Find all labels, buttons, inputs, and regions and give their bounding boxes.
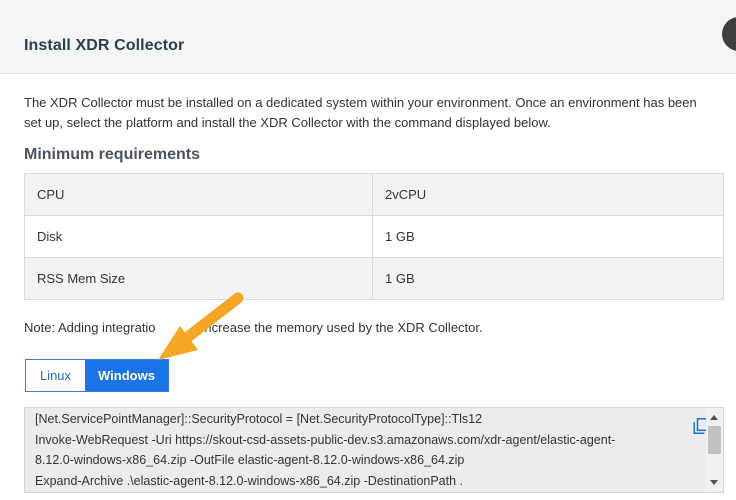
table-row: RSS Mem Size 1 GB (24, 257, 724, 300)
command-line: Expand-Archive .\elastic-agent-8.12.0-wi… (35, 473, 464, 488)
scroll-down-icon[interactable] (710, 480, 718, 485)
code-scrollbar[interactable] (706, 408, 723, 492)
requirement-value: 1 GB (372, 215, 724, 258)
scroll-up-icon[interactable] (710, 415, 718, 420)
command-line: 8.12.0-windows-x86_64.zip -OutFile elast… (35, 453, 465, 467)
dialog-title: Install XDR Collector (24, 37, 185, 54)
requirement-label: RSS Mem Size (24, 257, 373, 300)
requirements-table: CPU 2vCPU Disk 1 GB RSS Mem Size 1 GB (24, 173, 724, 300)
platform-option-windows[interactable]: Windows (85, 360, 168, 391)
requirement-value: 2vCPU (372, 173, 724, 216)
dialog-header: Install XDR Collector (0, 0, 736, 74)
requirement-value: 1 GB (372, 257, 724, 300)
install-xdr-collector-dialog: Install XDR Collector The XDR Collector … (0, 0, 736, 500)
command-line: [Net.ServicePointManager]::SecurityProto… (35, 412, 483, 426)
command-text: [Net.ServicePointManager]::SecurityProto… (35, 409, 685, 491)
scroll-thumb[interactable] (708, 426, 721, 454)
note-text-end: increase the memory used by the XDR Coll… (201, 320, 483, 335)
note-text-start: Note: Adding integratio (24, 320, 156, 335)
table-row: Disk 1 GB (24, 215, 724, 258)
platform-option-linux[interactable]: Linux (26, 360, 85, 391)
intro-line-2: set up, select the platform and install … (24, 115, 551, 130)
platform-toggle: Linux Windows (25, 359, 169, 392)
command-line: Invoke-WebRequest -Uri https://skout-csd… (35, 432, 616, 447)
intro-line-1: The XDR Collector must be installed on a… (24, 95, 697, 110)
requirements-heading: Minimum requirements (24, 146, 201, 163)
table-row: CPU 2vCPU (24, 173, 724, 216)
requirement-label: CPU (24, 173, 373, 216)
memory-note: Note: Adding integratio increase the memo… (24, 320, 483, 335)
requirement-label: Disk (24, 215, 373, 258)
intro-text: The XDR Collector must be installed on a… (24, 93, 724, 133)
install-command-box[interactable]: [Net.ServicePointManager]::SecurityProto… (24, 407, 724, 493)
